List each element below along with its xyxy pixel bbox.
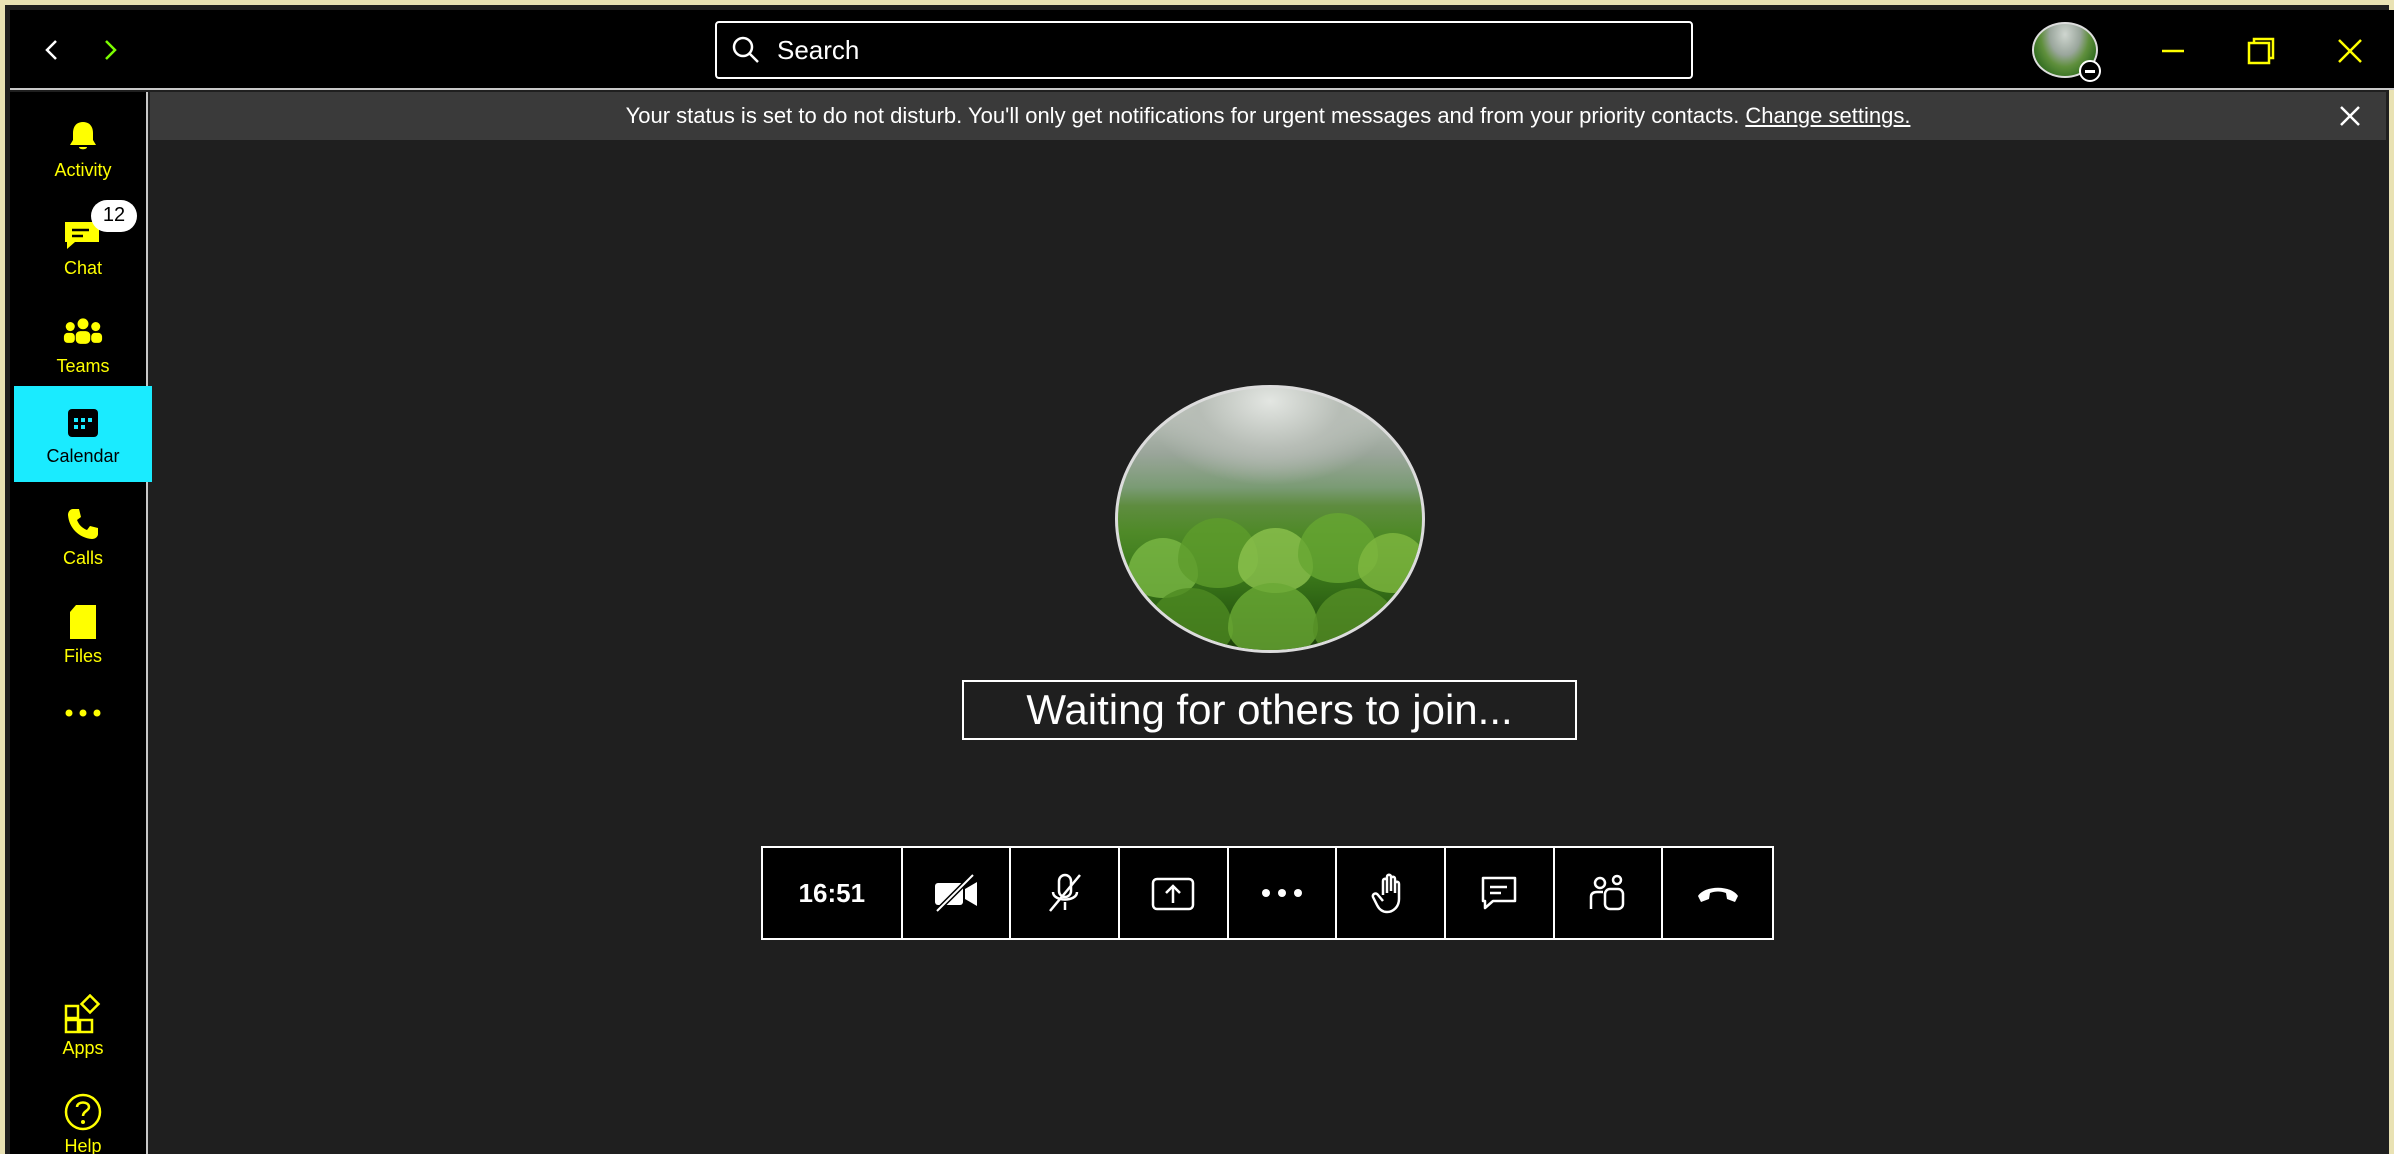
back-button[interactable] xyxy=(32,30,72,70)
forward-button[interactable] xyxy=(90,30,130,70)
profile-avatar[interactable] xyxy=(2032,22,2101,82)
rail-label-files: Files xyxy=(63,645,102,666)
file-icon xyxy=(63,602,103,642)
rail-item-calendar[interactable]: Calendar xyxy=(14,386,152,482)
chat-unread-badge: 12 xyxy=(91,199,137,232)
search-placeholder: Search xyxy=(777,34,860,65)
dnd-notification-banner: Your status is set to do not disturb. Yo… xyxy=(150,92,2386,140)
meeting-timer: 16:51 xyxy=(763,848,903,938)
app-bar: Activity 12 Chat Teams Calendar Calls Fi… xyxy=(10,92,152,1154)
hand-icon xyxy=(1371,873,1400,914)
rail-label-teams: Teams xyxy=(56,355,110,376)
search-icon xyxy=(732,36,759,63)
share-button[interactable] xyxy=(1120,848,1229,938)
presence-dnd-icon xyxy=(2079,60,2101,82)
phone-icon xyxy=(63,504,103,544)
meeting-status-text: Waiting for others to join... xyxy=(962,680,1577,740)
camera-off-button[interactable] xyxy=(903,848,1012,938)
more-icon xyxy=(63,693,103,733)
hang-up-button[interactable] xyxy=(1663,848,1772,938)
rail-label-activity: Activity xyxy=(54,159,112,180)
title-bar: Search xyxy=(10,10,2394,90)
apps-icon xyxy=(63,993,103,1034)
rail-item-activity[interactable]: Activity xyxy=(14,100,152,196)
help-icon xyxy=(63,1092,103,1132)
app-window: Search Activity 12 Chat Teams Calendar C… xyxy=(0,0,2394,1154)
rail-label-calls: Calls xyxy=(62,547,103,568)
bell-icon xyxy=(63,116,103,156)
rail-item-calls[interactable]: Calls xyxy=(14,488,152,584)
rail-label-chat: Chat xyxy=(63,257,103,278)
restore-icon xyxy=(2247,37,2275,65)
rail-item-apps[interactable]: Apps xyxy=(14,978,152,1074)
minimize-button[interactable] xyxy=(2148,26,2198,76)
close-icon xyxy=(2338,39,2362,63)
participants-icon xyxy=(1589,874,1625,911)
rail-item-files[interactable]: Files xyxy=(14,586,152,682)
participants-button[interactable] xyxy=(1555,848,1664,938)
rail-label-calendar: Calendar xyxy=(46,445,120,466)
camera-off-icon xyxy=(934,873,977,913)
dismiss-banner-button[interactable] xyxy=(2334,100,2366,132)
change-settings-link[interactable]: Change settings. xyxy=(1745,103,1910,129)
restore-button[interactable] xyxy=(2236,26,2286,76)
mic-off-icon xyxy=(1048,873,1081,912)
chevron-left-icon xyxy=(45,40,57,60)
teams-icon xyxy=(63,312,103,352)
participant-avatar xyxy=(1115,385,1425,653)
more-actions-button[interactable] xyxy=(1229,848,1338,938)
chat-icon xyxy=(1482,876,1517,910)
chat-icon: 12 xyxy=(63,199,137,254)
rail-item-chat[interactable]: 12 Chat xyxy=(14,198,152,294)
close-icon xyxy=(2340,106,2360,126)
hang-up-icon xyxy=(1697,887,1738,902)
share-icon xyxy=(1152,877,1195,911)
rail-item-help[interactable]: Help xyxy=(14,1076,152,1154)
raise-hand-button[interactable] xyxy=(1337,848,1446,938)
rail-more-apps-button[interactable] xyxy=(14,678,152,748)
search-input[interactable]: Search xyxy=(715,21,1693,79)
close-window-button[interactable] xyxy=(2325,26,2375,76)
chevron-right-icon xyxy=(105,40,117,60)
rail-label-help: Help xyxy=(64,1135,102,1154)
more-icon xyxy=(1261,889,1302,897)
rail-item-teams[interactable]: Teams xyxy=(14,296,152,392)
banner-message: Your status is set to do not disturb. Yo… xyxy=(625,103,1740,128)
rail-label-apps: Apps xyxy=(62,1037,104,1058)
chat-button[interactable] xyxy=(1446,848,1555,938)
minimize-icon xyxy=(2162,49,2184,53)
calendar-icon xyxy=(63,402,103,442)
call-controls-bar: 16:51 xyxy=(761,846,1774,940)
mic-off-button[interactable] xyxy=(1011,848,1120,938)
